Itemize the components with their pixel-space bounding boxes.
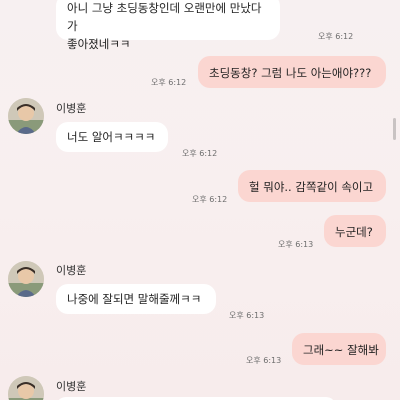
avatar-photo-icon: [8, 376, 44, 400]
sender-name: 이병훈: [56, 102, 87, 115]
message-time: 오후 6:13: [278, 240, 314, 249]
message-time: 오후 6:12: [182, 149, 218, 158]
message-time: 오후 6:13: [246, 356, 282, 365]
message-time: 오후 6:12: [192, 195, 228, 204]
avatar-photo-icon: [8, 261, 44, 297]
message-bubble-outgoing[interactable]: 누군데?: [324, 215, 386, 247]
avatar-photo-icon: [8, 98, 44, 134]
message-bubble-incoming[interactable]: 아니 그냥 초딩동창인데 오랜만에 만났다가 좋아졌네ㅋㅋ: [56, 0, 280, 51]
message-time: 오후 6:12: [318, 32, 354, 41]
message-bubble-outgoing[interactable]: 그래~~ 잘해봐: [292, 333, 386, 365]
message-time: 오후 6:12: [151, 78, 187, 87]
contact-avatar[interactable]: [8, 376, 44, 400]
chat-screen: 아니 그냥 초딩동창인데 오랜만에 만났다가 좋아졌네ㅋㅋ 오후 6:12 오후…: [0, 0, 400, 400]
sender-name: 이병훈: [56, 264, 87, 277]
contact-avatar[interactable]: [8, 261, 44, 297]
message-bubble-outgoing[interactable]: 헐 뭐야.. 감쪽같이 속이고: [238, 170, 386, 202]
contact-avatar[interactable]: [8, 98, 44, 134]
message-bubble-incoming[interactable]: 나중에 잘되면 말해줄께ㅋㅋ: [56, 284, 216, 314]
sender-name: 이병훈: [56, 380, 87, 393]
scrollbar-thumb[interactable]: [393, 118, 396, 140]
message-time: 오후 6:13: [229, 311, 265, 320]
message-bubble-incoming[interactable]: 너도 알어ㅋㅋㅋㅋ: [56, 122, 168, 152]
message-bubble-outgoing[interactable]: 초딩동창? 그럼 나도 아는애야???: [198, 56, 386, 88]
